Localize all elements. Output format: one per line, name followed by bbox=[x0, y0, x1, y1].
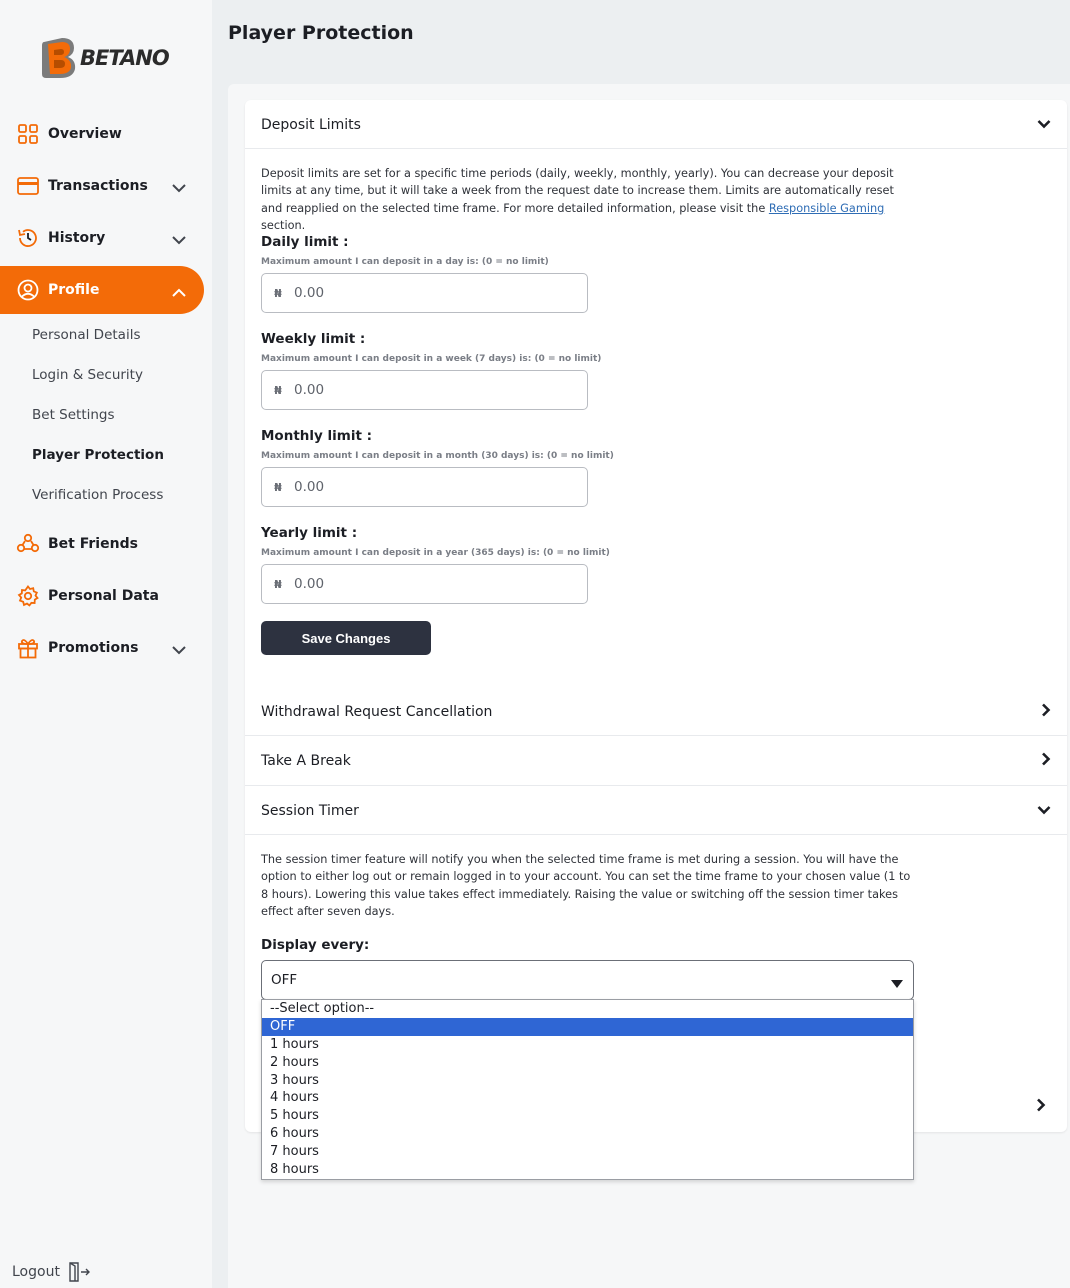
sidebar-item-label: Profile bbox=[48, 282, 100, 298]
sidebar-item-profile[interactable]: Profile bbox=[0, 266, 204, 314]
sidebar-item-personal-data[interactable]: Personal Data bbox=[0, 572, 204, 620]
save-changes-button[interactable]: Save Changes bbox=[261, 621, 431, 655]
weekly-limit-label: Weekly limit : bbox=[261, 331, 366, 347]
monthly-limit-label: Monthly limit : bbox=[261, 428, 373, 444]
display-every-select[interactable]: OFF bbox=[261, 960, 914, 1000]
take-a-break-title: Take A Break bbox=[261, 752, 351, 769]
monthly-limit-input[interactable] bbox=[294, 479, 574, 495]
currency-symbol: ₦ bbox=[274, 577, 282, 591]
page-title: Player Protection bbox=[228, 22, 414, 44]
weekly-limit-input[interactable] bbox=[294, 382, 574, 398]
currency-symbol: ₦ bbox=[274, 286, 282, 300]
sidebar-subitem-player-protection[interactable]: Player Protection bbox=[32, 447, 164, 463]
chevron-right-icon bbox=[1041, 703, 1051, 721]
monthly-limit-help: Maximum amount I can deposit in a month … bbox=[261, 451, 614, 461]
logout-icon bbox=[68, 1262, 90, 1282]
withdrawal-cancellation-title: Withdrawal Request Cancellation bbox=[261, 703, 493, 720]
dropdown-option[interactable]: 1 hours bbox=[262, 1036, 913, 1054]
sidebar-item-label: Personal Data bbox=[48, 588, 159, 604]
currency-symbol: ₦ bbox=[274, 480, 282, 494]
sidebar-item-bet-friends[interactable]: Bet Friends bbox=[0, 520, 204, 568]
dropdown-option[interactable]: 2 hours bbox=[262, 1054, 913, 1072]
monthly-limit-field[interactable]: ₦ bbox=[261, 467, 588, 507]
gear-icon bbox=[16, 584, 40, 608]
sidebar-item-transactions[interactable]: Transactions bbox=[0, 162, 204, 210]
dropdown-option[interactable]: --Select option-- bbox=[262, 1000, 913, 1018]
currency-symbol: ₦ bbox=[274, 383, 282, 397]
yearly-limit-field[interactable]: ₦ bbox=[261, 564, 588, 604]
chevron-down-icon[interactable] bbox=[172, 640, 186, 659]
sidebar-item-label: Bet Friends bbox=[48, 536, 138, 552]
dropdown-option[interactable]: 7 hours bbox=[262, 1143, 913, 1161]
chevron-down-icon bbox=[1037, 803, 1051, 819]
logout-button[interactable]: Logout bbox=[12, 1262, 90, 1282]
daily-limit-input[interactable] bbox=[294, 285, 574, 301]
logout-label: Logout bbox=[12, 1264, 60, 1280]
chevron-up-icon[interactable] bbox=[172, 282, 186, 301]
card-icon bbox=[16, 174, 40, 198]
yearly-limit-label: Yearly limit : bbox=[261, 525, 358, 541]
session-timer-title: Session Timer bbox=[261, 802, 359, 819]
deposit-description: Deposit limits are set for a specific ti… bbox=[261, 167, 894, 232]
weekly-limit-help: Maximum amount I can deposit in a week (… bbox=[261, 354, 602, 364]
daily-limit-help: Maximum amount I can deposit in a day is… bbox=[261, 257, 549, 267]
sidebar-item-label: Overview bbox=[48, 126, 122, 142]
betano-logo-icon bbox=[40, 36, 78, 80]
sidebar-subitem-verification-process[interactable]: Verification Process bbox=[32, 487, 163, 503]
dropdown-option[interactable]: 3 hours bbox=[262, 1072, 913, 1090]
deposit-limits-header[interactable]: Deposit Limits bbox=[245, 100, 1067, 149]
session-timer-description: The session timer feature will notify yo… bbox=[261, 853, 911, 918]
chevron-down-icon bbox=[1037, 117, 1051, 133]
divider bbox=[245, 148, 1067, 149]
daily-limit-label: Daily limit : bbox=[261, 234, 349, 250]
chevron-right-icon bbox=[1041, 752, 1051, 770]
user-circle-icon bbox=[16, 278, 40, 302]
friends-icon bbox=[16, 532, 40, 556]
daily-limit-field[interactable]: ₦ bbox=[261, 273, 588, 313]
sidebar-subitem-bet-settings[interactable]: Bet Settings bbox=[32, 407, 115, 423]
sidebar-item-history[interactable]: History bbox=[0, 214, 204, 262]
yearly-limit-input[interactable] bbox=[294, 576, 574, 592]
dropdown-option[interactable]: 6 hours bbox=[262, 1125, 913, 1143]
sidebar-item-label: History bbox=[48, 230, 106, 246]
withdrawal-cancellation-header[interactable]: Withdrawal Request Cancellation bbox=[245, 687, 1067, 736]
weekly-limit-field[interactable]: ₦ bbox=[261, 370, 588, 410]
session-timer-header[interactable]: Session Timer bbox=[245, 786, 1067, 835]
chevron-down-icon[interactable] bbox=[172, 178, 186, 197]
sidebar-item-overview[interactable]: Overview bbox=[0, 110, 204, 158]
divider bbox=[245, 834, 1067, 835]
display-every-dropdown: --Select option-- OFF 1 hours 2 hours 3 … bbox=[261, 999, 914, 1180]
brand-name: BETANO bbox=[80, 46, 170, 70]
sidebar-item-promotions[interactable]: Promotions bbox=[0, 624, 204, 672]
dropdown-option[interactable]: 5 hours bbox=[262, 1107, 913, 1125]
dropdown-option[interactable]: 8 hours bbox=[262, 1161, 913, 1179]
betano-logo[interactable]: BETANO bbox=[40, 36, 170, 80]
deposit-limits-title: Deposit Limits bbox=[261, 116, 361, 133]
dropdown-option-selected[interactable]: OFF bbox=[262, 1017, 913, 1036]
sidebar: BETANO Overview Transactions History Pro… bbox=[0, 0, 212, 1288]
sidebar-item-label: Promotions bbox=[48, 640, 139, 656]
chevron-down-icon[interactable] bbox=[172, 230, 186, 249]
sidebar-subitem-login-security[interactable]: Login & Security bbox=[32, 367, 143, 383]
sidebar-subitem-personal-details[interactable]: Personal Details bbox=[32, 327, 140, 343]
dropdown-option[interactable]: 4 hours bbox=[262, 1089, 913, 1107]
display-every-value: OFF bbox=[271, 972, 298, 988]
caret-down-icon bbox=[891, 976, 903, 992]
chevron-right-icon[interactable] bbox=[1036, 1097, 1046, 1116]
history-icon bbox=[16, 226, 40, 250]
sidebar-item-label: Transactions bbox=[48, 178, 148, 194]
take-a-break-header[interactable]: Take A Break bbox=[245, 736, 1067, 785]
grid-icon bbox=[16, 122, 40, 146]
display-every-label: Display every: bbox=[261, 937, 370, 953]
responsible-gaming-link[interactable]: Responsible Gaming bbox=[769, 202, 884, 215]
gift-icon bbox=[16, 636, 40, 660]
yearly-limit-help: Maximum amount I can deposit in a year (… bbox=[261, 548, 610, 558]
